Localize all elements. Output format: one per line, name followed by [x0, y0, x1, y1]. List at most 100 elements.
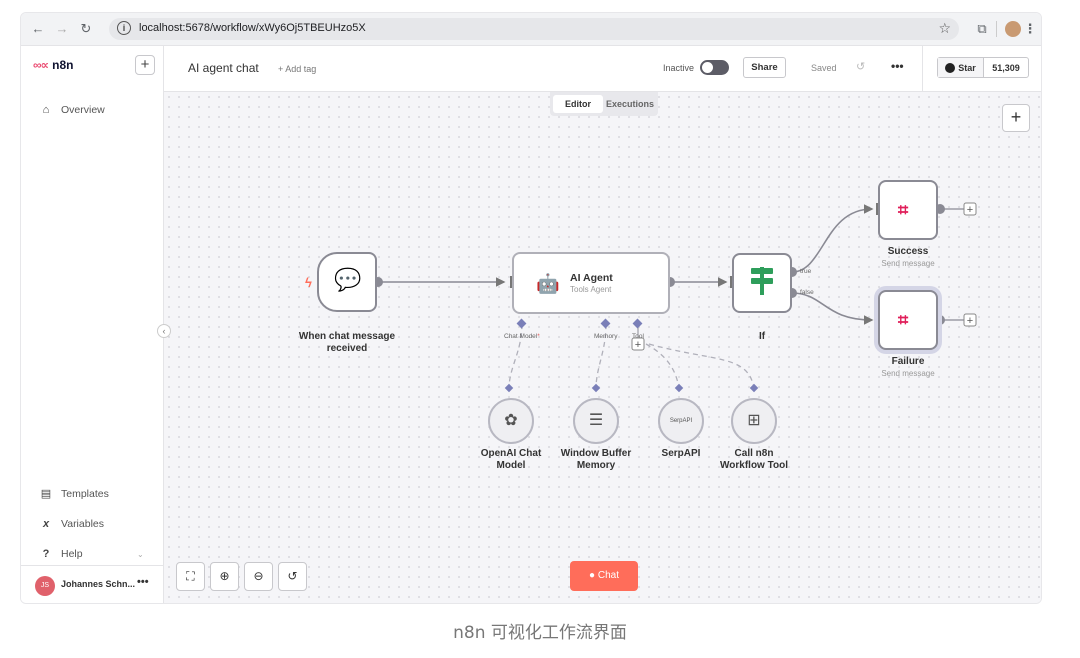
- status-label: Inactive: [663, 63, 695, 73]
- info-icon[interactable]: i: [117, 21, 131, 35]
- serpapi-output-port: [674, 383, 684, 393]
- edge-label-false: false: [800, 289, 814, 296]
- chat-button[interactable]: ● Chat: [570, 561, 638, 591]
- node-success-subtitle: Send message: [881, 259, 935, 268]
- database-icon: ☰: [588, 412, 604, 429]
- chat-model-label-text: Chat Model: [504, 333, 538, 340]
- workflow-canvas[interactable]: Editor Executions + + + + ϟ 💬 When chat …: [164, 92, 1041, 603]
- node-window-buffer-memory[interactable]: ☰: [573, 398, 619, 444]
- trigger-bolt-icon: ϟ: [305, 275, 312, 290]
- extensions-icon[interactable]: ⧉: [973, 20, 991, 38]
- sidebar-item-templates[interactable]: ▤ Templates: [39, 487, 109, 501]
- templates-icon: ▤: [40, 488, 52, 500]
- github-icon: [945, 62, 956, 73]
- sidebar-item-label: Overview: [61, 104, 105, 116]
- port-label-memory: Memory: [594, 333, 618, 340]
- active-toggle[interactable]: [700, 60, 729, 75]
- add-tag-link[interactable]: + Add tag: [278, 64, 316, 74]
- create-button[interactable]: +: [135, 55, 155, 75]
- fit-view-button[interactable]: ⛶: [176, 562, 205, 591]
- sidebar-item-label: Help: [61, 548, 83, 560]
- sidebar-item-variables[interactable]: x Variables: [39, 518, 104, 530]
- sidebar: ∞∝ n8n + ⌂ Overview ▤ Templates x Variab…: [21, 46, 164, 603]
- sidebar-item-help[interactable]: ? Help ⌄: [39, 548, 144, 560]
- workflow-tool-title-line1: Call n8n: [734, 448, 774, 459]
- profile-avatar[interactable]: [1005, 21, 1021, 37]
- forward-icon[interactable]: →: [53, 20, 71, 38]
- node-ai-agent[interactable]: 🤖 AI Agent Tools Agent: [512, 252, 670, 314]
- node-call-workflow-tool[interactable]: ⊞: [731, 398, 777, 444]
- collapse-sidebar-button[interactable]: ‹: [157, 324, 171, 338]
- url-text[interactable]: localhost:5678/workflow/xWy6Oj5TBEUHzo5X: [139, 22, 366, 34]
- node-failure-title: Failure: [891, 356, 925, 367]
- reload-icon[interactable]: ↻: [77, 20, 95, 38]
- agent-title: AI Agent: [570, 272, 613, 284]
- node-chat-trigger[interactable]: 💬: [317, 252, 377, 312]
- node-success[interactable]: ⌗: [878, 180, 938, 240]
- zoom-in-icon: ⊕: [219, 569, 230, 583]
- fit-view-icon: ⛶: [186, 569, 195, 583]
- robot-icon: 🤖: [536, 274, 560, 295]
- connection-if-false-failure[interactable]: [791, 292, 874, 325]
- node-if[interactable]: [732, 253, 792, 313]
- address-bar[interactable]: i localhost:5678/workflow/xWy6Oj5TBEUHzo…: [109, 18, 959, 40]
- history-icon[interactable]: ↺: [856, 60, 865, 73]
- tab-executions[interactable]: Executions: [605, 95, 655, 113]
- chat-model-port[interactable]: [516, 318, 527, 329]
- user-name: Johannes Schn...: [61, 579, 136, 589]
- tab-editor[interactable]: Editor: [553, 95, 603, 113]
- failure-add-plus: +: [967, 315, 973, 327]
- github-star-label: Star: [958, 62, 976, 73]
- zoom-in-button[interactable]: ⊕: [210, 562, 239, 591]
- memory-output-port: [591, 383, 601, 393]
- node-openai-chat-model[interactable]: ✿: [488, 398, 534, 444]
- slack-icon: ⌗: [898, 310, 909, 330]
- node-failure-subtitle: Send message: [881, 369, 935, 378]
- node-success-title: Success: [887, 246, 929, 257]
- bookmark-star-icon[interactable]: ☆: [938, 20, 951, 37]
- node-workflow-tool-title: Call n8n Workflow Tool: [694, 448, 814, 472]
- memory-port[interactable]: [600, 318, 611, 329]
- editor-tabs: Editor Executions: [550, 92, 658, 116]
- browser-menu-icon[interactable]: ⋮: [1021, 20, 1039, 38]
- github-star[interactable]: Star: [938, 58, 984, 77]
- success-add-plus: +: [967, 204, 973, 216]
- chevron-down-icon: ⌄: [137, 549, 144, 559]
- sidebar-item-overview[interactable]: ⌂ Overview: [39, 104, 105, 116]
- workflow-name[interactable]: AI agent chat: [188, 61, 259, 75]
- github-star-count: 51,309: [992, 62, 1020, 73]
- node-serpapi[interactable]: SerpAPI: [658, 398, 704, 444]
- memory-title-line2: Memory: [576, 460, 616, 471]
- zoom-out-button[interactable]: ⊖: [244, 562, 273, 591]
- more-icon[interactable]: •••: [137, 576, 149, 588]
- reset-zoom-button[interactable]: ↺: [278, 562, 307, 591]
- undo-icon: ↺: [287, 569, 298, 583]
- required-mark: *: [537, 333, 540, 340]
- workflow-menu-icon[interactable]: •••: [891, 59, 904, 73]
- browser-window: ← → ↻ i localhost:5678/workflow/xWy6Oj5T…: [20, 12, 1042, 604]
- user-menu[interactable]: JS Johannes Schn... •••: [21, 565, 164, 603]
- avatar: JS: [35, 576, 55, 596]
- connection-workflow-tool-agent[interactable]: [648, 343, 755, 390]
- workflow-tool-title-line2: Workflow Tool: [720, 460, 788, 471]
- trigger-title-line2: received: [326, 343, 368, 354]
- sitemap-icon: ⊞: [747, 412, 761, 429]
- github-star-button[interactable]: Star 51,309: [937, 57, 1029, 78]
- n8n-logo-icon: ∞∝: [33, 58, 49, 72]
- node-memory-title: Window Buffer Memory: [536, 448, 656, 472]
- share-button[interactable]: Share: [743, 57, 786, 78]
- connection-serpapi-agent[interactable]: [645, 343, 680, 390]
- node-failure[interactable]: ⌗: [878, 290, 938, 350]
- back-icon[interactable]: ←: [29, 20, 47, 38]
- n8n-logo[interactable]: ∞∝ n8n: [33, 58, 73, 72]
- agent-subtitle: Tools Agent: [570, 285, 612, 294]
- workflow-header: AI agent chat + Add tag Inactive Share S…: [164, 46, 1041, 92]
- port-label-chat-model: Chat Model*: [504, 333, 540, 340]
- chat-button-label: Chat: [597, 570, 619, 581]
- openai-icon: ✿: [504, 412, 518, 429]
- sidebar-item-label: Variables: [61, 518, 104, 530]
- openai-output-port: [504, 383, 514, 393]
- node-if-title: If: [758, 331, 766, 342]
- logo-text: n8n: [52, 58, 74, 72]
- tool-port[interactable]: [632, 318, 643, 329]
